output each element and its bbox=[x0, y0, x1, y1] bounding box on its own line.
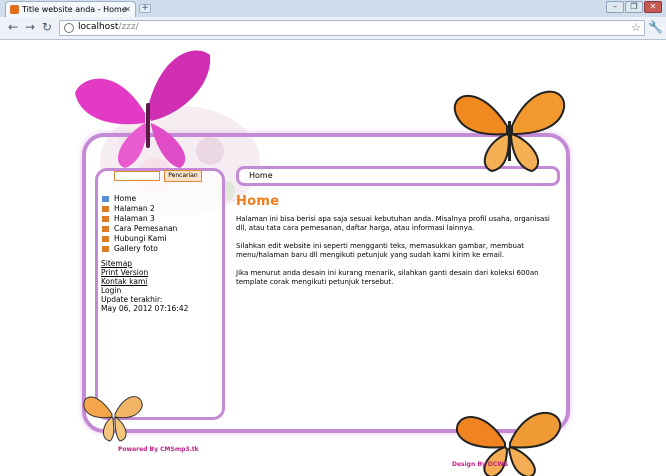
web-page: Home Pencarian Home Halaman 2 Halaman 3 bbox=[0, 41, 666, 476]
forward-icon[interactable]: → bbox=[22, 20, 38, 34]
search-button[interactable]: Pencarian bbox=[164, 170, 202, 182]
sidebar-item-hubungi-kami[interactable]: Hubungi Kami bbox=[102, 234, 177, 244]
update-label: Update terakhir: bbox=[101, 295, 163, 304]
page-icon bbox=[102, 206, 109, 212]
globe-icon bbox=[64, 23, 74, 33]
sidebar-item-cara-pemesanan[interactable]: Cara Pemesanan bbox=[102, 224, 177, 234]
search-input[interactable] bbox=[114, 171, 160, 181]
login-link[interactable]: Login bbox=[101, 286, 188, 295]
page-title: Home bbox=[236, 194, 280, 209]
page-icon bbox=[102, 226, 109, 232]
update-timestamp: May 06, 2012 07:16:42 bbox=[101, 304, 189, 313]
orange-butterfly-image bbox=[453, 90, 566, 173]
browser-titlebar: Title website anda - Home ✕ + – ❐ ✕ bbox=[0, 0, 666, 17]
wrench-icon[interactable]: 🔧 bbox=[648, 20, 663, 34]
bookmark-star-icon[interactable]: ☆ bbox=[631, 21, 641, 34]
close-window-button[interactable]: ✕ bbox=[644, 1, 662, 13]
close-tab-icon[interactable]: ✕ bbox=[124, 2, 131, 17]
breadcrumb: Home bbox=[249, 171, 273, 180]
page-icon bbox=[102, 246, 109, 252]
favicon-icon bbox=[10, 5, 19, 14]
back-icon[interactable]: ← bbox=[5, 20, 21, 34]
maximize-button[interactable]: ❐ bbox=[625, 1, 643, 13]
browser-toolbar: ← → ↻ localhost/zzz/ ☆ 🔧 bbox=[0, 17, 666, 40]
sitemap-link[interactable]: Sitemap bbox=[101, 259, 188, 268]
home-icon bbox=[102, 196, 109, 202]
sidebar-item-gallery-foto[interactable]: Gallery foto bbox=[102, 244, 177, 254]
contact-link[interactable]: Kontak kami bbox=[101, 277, 188, 286]
sidebar-item-halaman-2[interactable]: Halaman 2 bbox=[102, 204, 177, 214]
sidebar-item-halaman-3[interactable]: Halaman 3 bbox=[102, 214, 177, 224]
sidebar-item-home[interactable]: Home bbox=[102, 194, 177, 204]
browser-tab[interactable]: Title website anda - Home ✕ bbox=[5, 1, 136, 17]
print-version-link[interactable]: Print Version bbox=[101, 268, 188, 277]
design-by-credit[interactable]: Design By DCWS bbox=[452, 461, 508, 468]
page-icon bbox=[102, 216, 109, 222]
small-butterfly-image bbox=[83, 396, 143, 442]
content-paragraph: Halaman ini bisa berisi apa saja sesuai … bbox=[236, 215, 550, 232]
url-text: localhost/zzz/ bbox=[78, 22, 139, 32]
content-paragraph: Silahkan edit website ini seperti mengga… bbox=[236, 242, 525, 259]
address-bar[interactable]: localhost/zzz/ ☆ bbox=[59, 20, 645, 36]
sidebar-links: Sitemap Print Version Kontak kami Login … bbox=[101, 259, 188, 313]
new-tab-button[interactable]: + bbox=[139, 4, 151, 13]
powered-by-credit[interactable]: Powered By CMSmp3.tk bbox=[118, 446, 199, 453]
minimize-button[interactable]: – bbox=[606, 1, 624, 13]
reload-icon[interactable]: ↻ bbox=[39, 20, 55, 34]
content-paragraph: Jika menurut anda desain ini kurang mena… bbox=[236, 269, 539, 286]
sidebar-menu: Home Halaman 2 Halaman 3 Cara Pemesanan … bbox=[102, 194, 177, 254]
tab-title: Title website anda - Home bbox=[22, 5, 127, 14]
main-content: Home Halaman ini bisa berisi apa saja se… bbox=[236, 194, 561, 296]
pink-butterfly-image bbox=[75, 50, 211, 168]
window-controls: – ❐ ✕ bbox=[606, 1, 662, 13]
page-icon bbox=[102, 236, 109, 242]
